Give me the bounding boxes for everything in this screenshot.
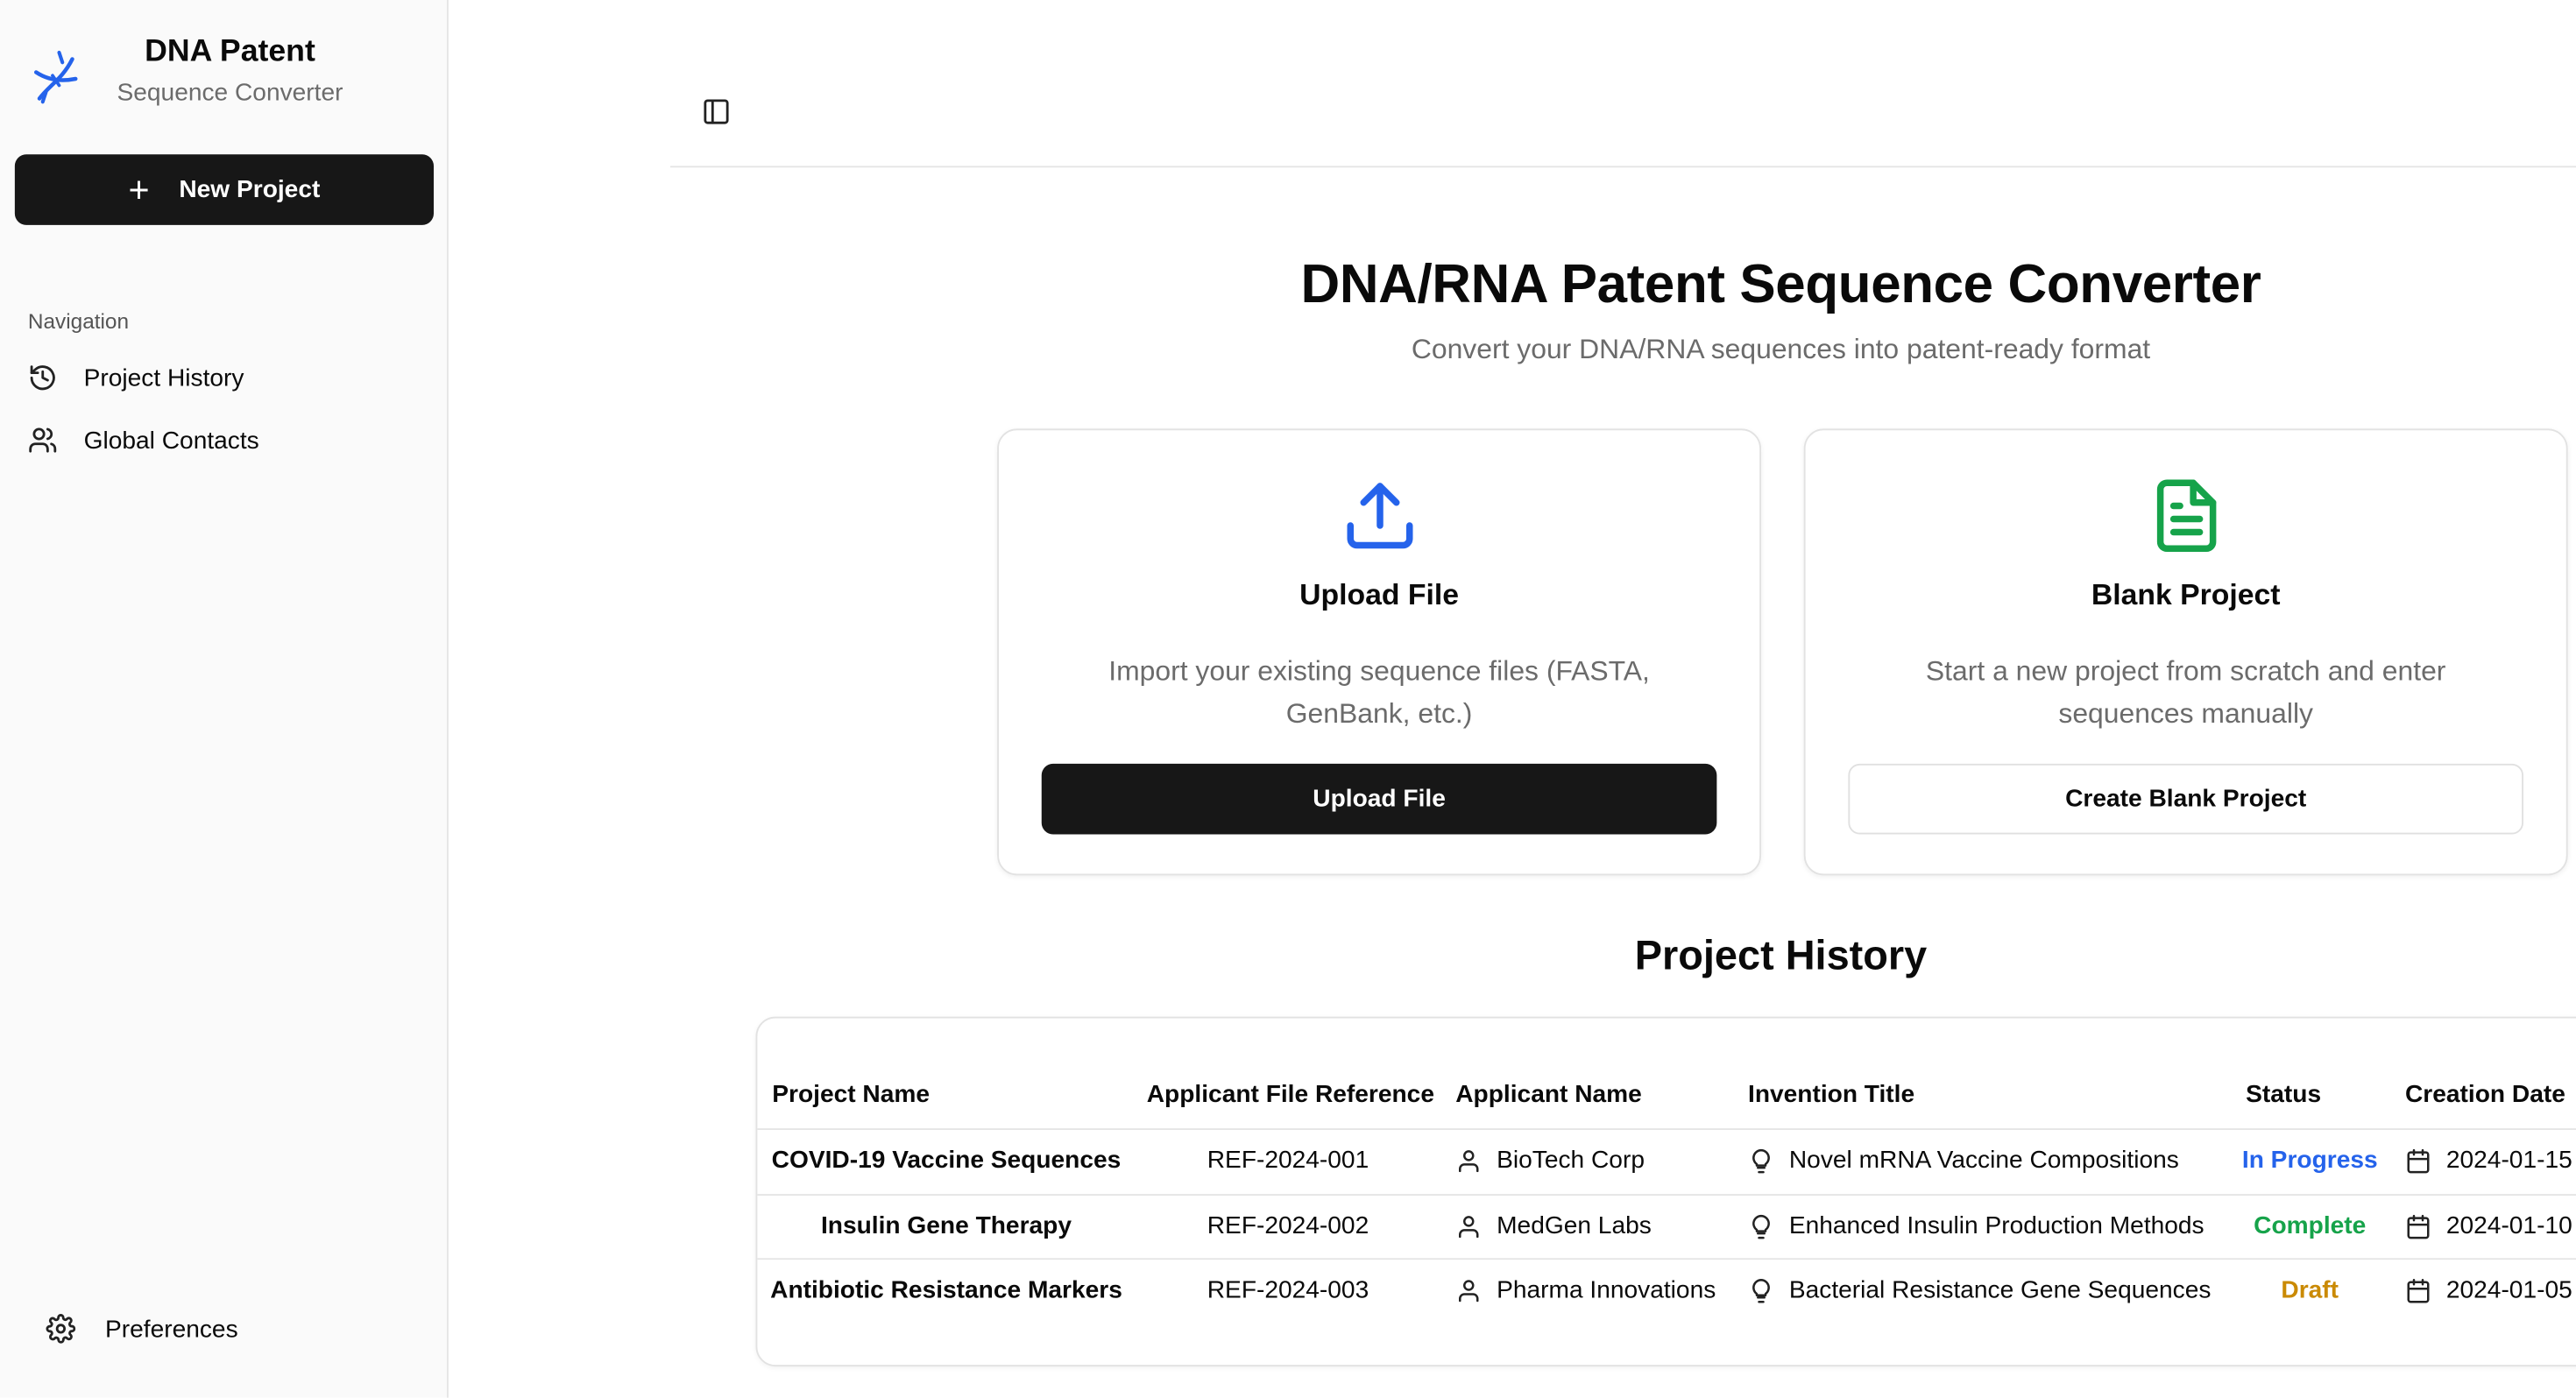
calendar-icon [2407, 1147, 2430, 1173]
users-icon [29, 427, 57, 453]
row-divider [757, 1128, 2576, 1130]
file-text-icon [2155, 479, 2216, 552]
lightbulb-icon [1752, 1147, 1770, 1173]
applicant-name: Pharma Innovations [1497, 1275, 1716, 1304]
preferences-label: Preferences [105, 1314, 238, 1343]
blank-project-card: Blank Project Start a new project from s… [1803, 428, 2568, 876]
brand-title: DNA Patent [145, 34, 315, 69]
gear-icon [46, 1314, 76, 1344]
column-header[interactable]: Project Name [772, 1081, 930, 1109]
upload-icon [1346, 483, 1412, 549]
invention-title: Novel mRNA Vaccine Compositions [1788, 1146, 2179, 1175]
sidebar: DNA Patent Sequence Converter + New Proj… [0, 0, 449, 1398]
row-divider [757, 1194, 2576, 1196]
dna-logo-icon [34, 50, 78, 104]
new-project-button[interactable]: + New Project [14, 154, 434, 225]
applicant-name: BioTech Corp [1497, 1146, 1645, 1175]
card-title: Blank Project [2091, 578, 2281, 611]
file-reference-cell: REF-2024-002 [1207, 1211, 1369, 1240]
project-name-cell: COVID-19 Vaccine Sequences [771, 1146, 1122, 1175]
sidebar-item-global-contacts[interactable]: Global Contacts [17, 414, 435, 467]
file-reference-cell: REF-2024-003 [1207, 1275, 1369, 1304]
creation-date: 2024-01-15 [2445, 1146, 2572, 1175]
applicant-cell: Pharma Innovations [1455, 1276, 1716, 1304]
project-history-title: Project History [1634, 933, 1928, 979]
calendar-icon [2407, 1278, 2430, 1303]
calendar-icon [2407, 1213, 2430, 1239]
creation-date-cell: 2024-01-05 [2405, 1276, 2572, 1304]
status-badge: Draft [2281, 1275, 2339, 1304]
brand-subtitle: Sequence Converter [117, 79, 343, 107]
column-header[interactable]: Applicant Name [1455, 1081, 1642, 1109]
status-badge: In Progress [2241, 1146, 2378, 1175]
sidebar-item-project-history[interactable]: Project History [17, 351, 435, 404]
invention-title: Bacterial Resistance Gene Sequences [1788, 1275, 2212, 1304]
history-icon [30, 365, 55, 391]
lightbulb-icon [1752, 1213, 1770, 1239]
card-description: Import your existing sequence files (FAS… [1108, 655, 1650, 730]
column-header[interactable]: Status [2246, 1081, 2321, 1109]
panel-left-icon [704, 99, 729, 124]
project-name-cell: Antibiotic Resistance Markers [770, 1275, 1122, 1304]
creation-date-cell: 2024-01-10 [2405, 1212, 2572, 1240]
upload-file-card: Upload File Import your existing sequenc… [997, 428, 1761, 876]
brand: DNA Patent Sequence Converter [26, 33, 362, 112]
new-project-label: New Project [179, 175, 321, 204]
sidebar-item-label: Global Contacts [83, 426, 259, 455]
invention-title: Enhanced Insulin Production Methods [1788, 1211, 2204, 1240]
invention-title-cell: Enhanced Insulin Production Methods [1748, 1212, 2204, 1240]
creation-date-cell: 2024-01-15 [2405, 1147, 2572, 1175]
column-header[interactable]: Applicant File Reference [1147, 1081, 1434, 1109]
page-subtitle: Convert your DNA/RNA sequences into pate… [1411, 333, 2151, 365]
status-badge: Complete [2254, 1211, 2367, 1240]
lightbulb-icon [1752, 1278, 1770, 1303]
user-icon [1459, 1279, 1479, 1302]
column-header[interactable]: Creation Date [2405, 1081, 2565, 1109]
project-name-cell: Insulin Gene Therapy [820, 1211, 1072, 1240]
invention-title-cell: Novel mRNA Vaccine Compositions [1748, 1147, 2179, 1175]
card-description: Start a new project from scratch and ent… [1925, 655, 2446, 730]
user-icon [1459, 1149, 1479, 1172]
applicant-name: MedGen Labs [1497, 1211, 1652, 1240]
page-title: DNA/RNA Patent Sequence Converter [1300, 252, 2261, 314]
creation-date: 2024-01-10 [2445, 1211, 2572, 1240]
creation-date: 2024-01-05 [2445, 1275, 2572, 1304]
preferences-button[interactable]: Preferences [46, 1314, 238, 1344]
applicant-cell: BioTech Corp [1455, 1147, 1645, 1175]
column-header[interactable]: Invention Title [1748, 1081, 1914, 1109]
sidebar-toggle-button[interactable] [702, 97, 732, 135]
invention-title-cell: Bacterial Resistance Gene Sequences [1748, 1276, 2211, 1304]
header-divider [670, 166, 2576, 168]
card-title: Upload File [1299, 578, 1459, 611]
upload-file-button[interactable]: Upload File [1041, 763, 1717, 835]
project-history-table: Project Name Applicant File Reference Ap… [755, 1016, 2576, 1366]
user-icon [1459, 1215, 1479, 1238]
create-blank-project-button[interactable]: Create Blank Project [1848, 763, 2523, 835]
sidebar-item-label: Project History [83, 364, 244, 392]
nav-section-label: Navigation [27, 308, 130, 334]
file-reference-cell: REF-2024-001 [1207, 1146, 1369, 1175]
row-divider [757, 1258, 2576, 1260]
applicant-cell: MedGen Labs [1455, 1212, 1652, 1240]
plus-icon: + [128, 168, 150, 210]
